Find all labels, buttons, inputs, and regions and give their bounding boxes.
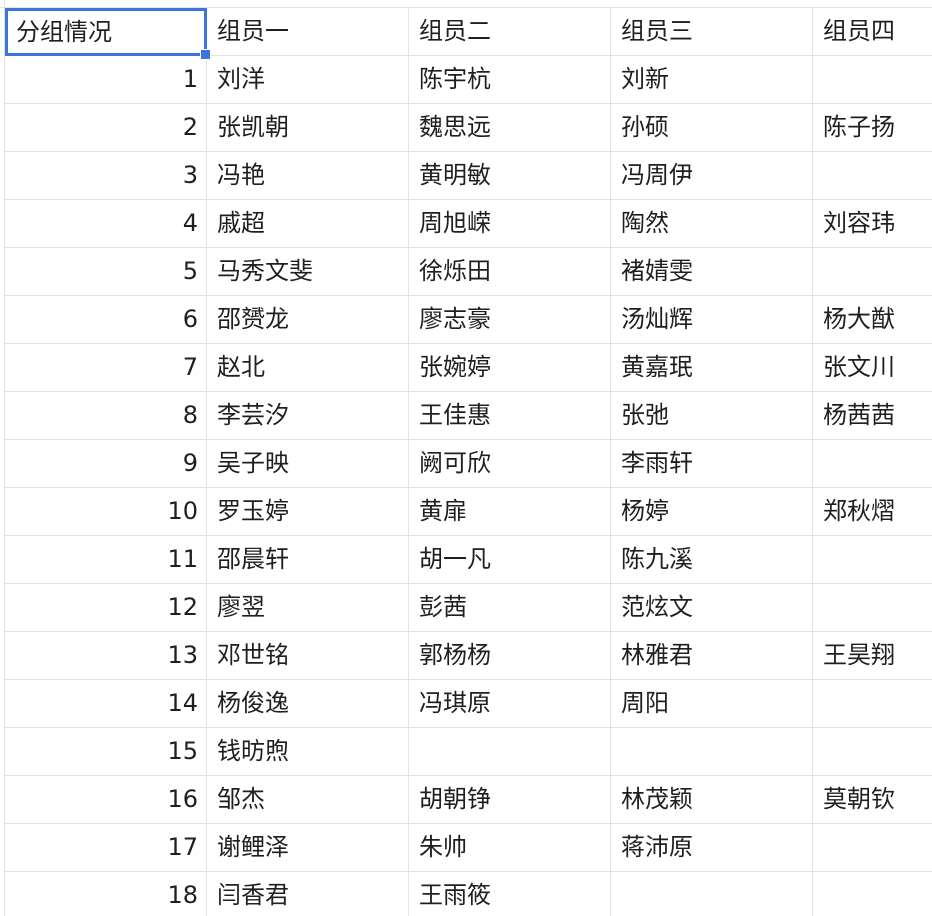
member-cell-member-4[interactable] xyxy=(813,248,932,296)
member-cell-member-3[interactable]: 范炫文 xyxy=(611,584,813,632)
member-cell-member-3[interactable]: 刘新 xyxy=(611,56,813,104)
header-cell-member-2[interactable]: 组员二 xyxy=(409,8,611,56)
member-cell-member-4[interactable]: 张文川 xyxy=(813,344,932,392)
group-number-cell[interactable]: 16 xyxy=(5,776,207,824)
member-cell-member-2[interactable]: 黄扉 xyxy=(409,488,611,536)
member-cell-member-4[interactable]: 郑秋熠 xyxy=(813,488,932,536)
spreadsheet-grid: 分组情况 组员一 组员二 组员三 组员四 1 刘洋 陈宇杭 刘新 2 张凯朝 魏思远 孙硕 陈子扬 3 冯艳黄… xyxy=(5,8,932,916)
member-cell-member-2[interactable]: 陈宇杭 xyxy=(409,56,611,104)
member-cell-member-1[interactable]: 邹杰 xyxy=(207,776,409,824)
member-cell-member-2[interactable]: 阙可欣 xyxy=(409,440,611,488)
group-number-cell[interactable]: 18 xyxy=(5,872,207,916)
member-cell-member-2[interactable]: 彭茜 xyxy=(409,584,611,632)
member-cell-member-1[interactable]: 杨俊逸 xyxy=(207,680,409,728)
member-cell-member-2[interactable]: 廖志豪 xyxy=(409,296,611,344)
member-cell-member-1[interactable]: 冯艳 xyxy=(207,152,409,200)
member-cell-member-3[interactable]: 李雨轩 xyxy=(611,440,813,488)
member-cell-member-3[interactable]: 周阳 xyxy=(611,680,813,728)
member-cell-member-2[interactable]: 周旭嵘 xyxy=(409,200,611,248)
member-cell-member-3[interactable]: 蒋沛原 xyxy=(611,824,813,872)
group-number-cell[interactable]: 12 xyxy=(5,584,207,632)
member-cell-member-2[interactable]: 黄明敏 xyxy=(409,152,611,200)
member-cell-member-4[interactable]: 王昊翔 xyxy=(813,632,932,680)
member-cell-member-3[interactable]: 冯周伊 xyxy=(611,152,813,200)
member-cell-member-4[interactable]: 杨大猷 xyxy=(813,296,932,344)
group-number-cell[interactable]: 1 xyxy=(5,56,207,104)
member-cell-member-4[interactable] xyxy=(813,728,932,776)
member-cell-member-4[interactable]: 杨茜茜 xyxy=(813,392,932,440)
member-cell-member-3[interactable]: 黄嘉珉 xyxy=(611,344,813,392)
member-cell-member-2[interactable]: 胡朝铮 xyxy=(409,776,611,824)
member-cell-member-1[interactable]: 邓世铭 xyxy=(207,632,409,680)
group-number-cell[interactable]: 10 xyxy=(5,488,207,536)
member-cell-member-4[interactable] xyxy=(813,536,932,584)
member-cell-member-1[interactable]: 赵北 xyxy=(207,344,409,392)
member-cell-member-1[interactable]: 张凯朝 xyxy=(207,104,409,152)
member-cell-member-4[interactable]: 莫朝钦 xyxy=(813,776,932,824)
member-cell-member-3[interactable]: 陈九溪 xyxy=(611,536,813,584)
member-cell-member-4[interactable] xyxy=(813,680,932,728)
group-number-cell[interactable]: 8 xyxy=(5,392,207,440)
member-cell-member-1[interactable]: 罗玉婷 xyxy=(207,488,409,536)
group-number-cell[interactable]: 9 xyxy=(5,440,207,488)
member-cell-member-1[interactable]: 邵晨轩 xyxy=(207,536,409,584)
group-number-cell[interactable]: 5 xyxy=(5,248,207,296)
member-cell-member-4[interactable]: 刘容玮 xyxy=(813,200,932,248)
group-number-cell[interactable]: 17 xyxy=(5,824,207,872)
member-cell-member-3[interactable] xyxy=(611,872,813,916)
group-number-cell[interactable]: 11 xyxy=(5,536,207,584)
member-cell-member-1[interactable]: 闫香君 xyxy=(207,872,409,916)
header-cell-member-3[interactable]: 组员三 xyxy=(611,8,813,56)
group-number-cell[interactable]: 15 xyxy=(5,728,207,776)
member-cell-member-1[interactable]: 吴子映 xyxy=(207,440,409,488)
group-number-cell[interactable]: 13 xyxy=(5,632,207,680)
member-cell-member-1[interactable]: 钱昉煦 xyxy=(207,728,409,776)
member-cell-member-4[interactable] xyxy=(813,824,932,872)
member-cell-member-2[interactable]: 郭杨杨 xyxy=(409,632,611,680)
member-cell-member-2[interactable]: 徐烁田 xyxy=(409,248,611,296)
member-cell-member-3[interactable]: 林雅君 xyxy=(611,632,813,680)
selected-cell-group-header[interactable]: 分组情况 xyxy=(5,8,211,60)
group-number-cell[interactable]: 3 xyxy=(5,152,207,200)
member-cell-member-4[interactable] xyxy=(813,872,932,916)
member-cell-member-2[interactable]: 朱帅 xyxy=(409,824,611,872)
member-cell-member-4[interactable] xyxy=(813,152,932,200)
member-cell-member-3[interactable]: 陶然 xyxy=(611,200,813,248)
group-number-cell[interactable]: 6 xyxy=(5,296,207,344)
group-number-cell[interactable]: 14 xyxy=(5,680,207,728)
member-cell-member-1[interactable]: 李芸汐 xyxy=(207,392,409,440)
member-cell-member-2[interactable]: 冯琪原 xyxy=(409,680,611,728)
member-cell-member-1[interactable]: 戚超 xyxy=(207,200,409,248)
group-number-cell[interactable]: 2 xyxy=(5,104,207,152)
member-cell-member-3[interactable]: 汤灿辉 xyxy=(611,296,813,344)
member-cell-member-2[interactable]: 魏思远 xyxy=(409,104,611,152)
header-cell-member-4[interactable]: 组员四 xyxy=(813,8,932,56)
header-cell-member-1[interactable]: 组员一 xyxy=(207,8,409,56)
group-number-cell[interactable]: 7 xyxy=(5,344,207,392)
member-cell-member-1[interactable]: 马秀文斐 xyxy=(207,248,409,296)
member-cell-member-3[interactable]: 褚婧雯 xyxy=(611,248,813,296)
spreadsheet: 分组情况 组员一 组员二 组员三 组员四 1 刘洋 陈宇杭 刘新 2 张凯朝 魏思远 孙硕 陈子扬 3 冯艳黄… xyxy=(0,0,932,916)
member-cell-member-4[interactable] xyxy=(813,584,932,632)
member-cell-member-1[interactable]: 廖翌 xyxy=(207,584,409,632)
member-cell-member-3[interactable]: 张弛 xyxy=(611,392,813,440)
member-cell-member-4[interactable] xyxy=(813,56,932,104)
member-cell-member-2[interactable]: 胡一凡 xyxy=(409,536,611,584)
member-cell-member-3[interactable]: 杨婷 xyxy=(611,488,813,536)
member-cell-member-2[interactable]: 张婉婷 xyxy=(409,344,611,392)
member-cell-member-1[interactable]: 刘洋 xyxy=(207,56,409,104)
member-cell-member-2[interactable]: 王佳惠 xyxy=(409,392,611,440)
member-cell-member-4[interactable] xyxy=(813,440,932,488)
member-cell-member-1[interactable]: 谢鲤泽 xyxy=(207,824,409,872)
member-cell-member-3[interactable]: 林茂颖 xyxy=(611,776,813,824)
member-cell-member-1[interactable]: 邵赟龙 xyxy=(207,296,409,344)
member-cell-member-4[interactable]: 陈子扬 xyxy=(813,104,932,152)
member-cell-member-2[interactable]: 王雨筱 xyxy=(409,872,611,916)
member-cell-member-2[interactable] xyxy=(409,728,611,776)
group-number-cell[interactable]: 4 xyxy=(5,200,207,248)
member-cell-member-3[interactable] xyxy=(611,728,813,776)
member-cell-member-3[interactable]: 孙硕 xyxy=(611,104,813,152)
